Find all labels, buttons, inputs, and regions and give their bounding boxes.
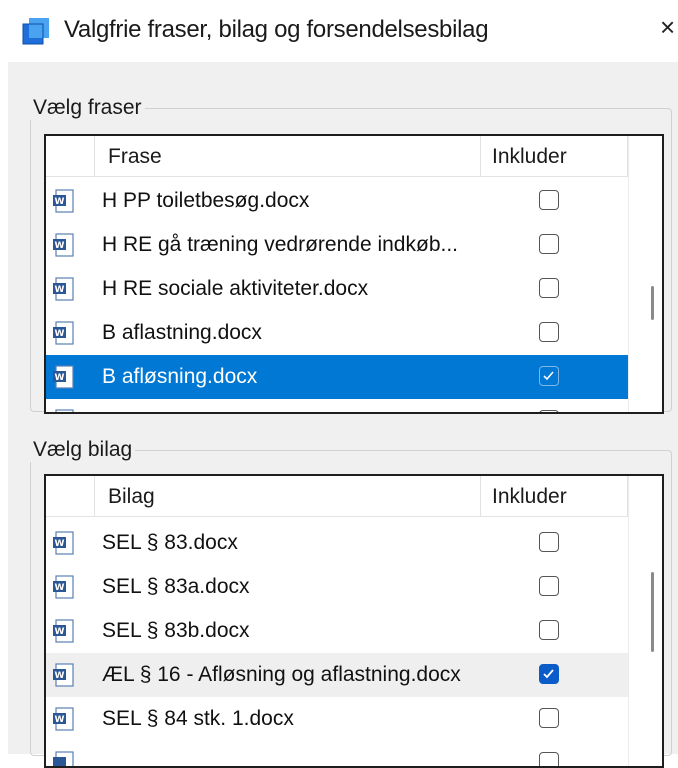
window-title: Valgfrie fraser, bilag og forsendelsesbi… [64,16,489,43]
svg-text:W: W [55,241,65,251]
checkmark-icon [543,371,554,381]
include-checkbox[interactable] [539,322,559,342]
close-icon[interactable]: × [660,14,675,40]
include-checkbox[interactable] [539,752,559,766]
bilag-group-label: Vælg bilag [30,438,136,462]
word-document-icon: W [53,321,74,345]
word-document-icon: W [53,277,74,301]
svg-text:W: W [55,329,65,339]
fraser-list[interactable]: Frase Inkluder W H PP toiletbesøg.docx W… [44,134,664,414]
svg-text:W: W [55,715,65,725]
column-header-frase[interactable]: Frase [108,145,162,169]
word-document-icon: W [53,189,74,213]
row-label: B aflastning.docx [102,321,262,344]
row-label: H RE sociale aktiviteter.docx [102,277,369,300]
word-document-icon: W [53,619,74,643]
include-checkbox[interactable] [539,708,559,728]
list-item[interactable]: W H RE sociale aktiviteter.docx [46,267,628,311]
row-label: ÆL § 16 - Afløsning og aflastning.docx [102,663,461,686]
row-label: SEL § 84 stk. 1.docx [102,707,294,730]
row-label: H PP toiletbesøg.docx [102,189,310,212]
include-checkbox[interactable] [539,278,559,298]
list-item[interactable]: W H PP toiletbesøg.docx [46,179,628,223]
include-checkbox[interactable] [539,190,559,210]
list-item-partial[interactable] [46,399,628,412]
row-label: SEL § 83.docx [102,531,238,554]
word-document-icon: W [53,707,74,731]
svg-text:W: W [55,539,65,549]
header-separator [480,136,481,176]
bilag-scrollbar[interactable] [628,476,662,766]
include-checkbox[interactable] [539,620,559,640]
dialog-body: Vælg fraser Frase Inkluder W H PP toilet… [8,62,678,768]
word-document-icon: W [53,233,74,257]
svg-text:W: W [55,583,65,593]
svg-text:W: W [55,285,65,295]
word-document-icon: W [53,663,74,687]
list-item[interactable]: W SEL § 84 stk. 1.docx [46,697,628,741]
word-document-icon: W [53,575,74,599]
row-label: B afløsning.docx [102,365,258,388]
svg-text:W: W [55,627,65,637]
list-item-partial[interactable] [46,741,628,766]
list-item-hovered[interactable]: W ÆL § 16 - Afløsning og aflastning.docx [46,653,628,697]
bilag-list-header: Bilag Inkluder [46,476,628,517]
column-header-inkluder[interactable]: Inkluder [492,485,567,509]
fraser-list-header: Frase Inkluder [46,136,628,177]
row-label: H RE gå træning vedrørende indkøb... [102,233,458,256]
include-checkbox[interactable] [539,664,559,684]
list-item[interactable]: W H RE gå træning vedrørende indkøb... [46,223,628,267]
list-item-selected[interactable]: W B afløsning.docx [46,355,628,399]
svg-text:W: W [55,197,65,207]
word-document-icon [55,409,74,412]
include-checkbox[interactable] [539,234,559,254]
include-checkbox[interactable] [539,532,559,552]
include-checkbox[interactable] [539,366,559,386]
scrollbar-thumb[interactable] [651,572,654,652]
word-document-icon: W [53,531,74,555]
list-item[interactable]: W SEL § 83.docx [46,521,628,565]
bilag-list[interactable]: Bilag Inkluder W SEL § 83.docx W SEL § 8… [44,474,664,768]
app-window-icon [22,18,49,45]
fraser-group-label: Vælg fraser [30,96,145,120]
include-checkbox[interactable] [539,576,559,596]
row-label: SEL § 83b.docx [102,619,250,642]
list-item[interactable]: W B aflastning.docx [46,311,628,355]
include-checkbox[interactable] [539,410,559,412]
checkmark-icon [543,669,554,679]
word-document-icon: W [53,365,74,389]
title-bar: Valgfrie fraser, bilag og forsendelsesbi… [0,0,678,62]
header-separator [94,136,95,176]
list-item[interactable]: W SEL § 83a.docx [46,565,628,609]
svg-text:W: W [55,373,65,383]
list-item[interactable]: W SEL § 83b.docx [46,609,628,653]
scrollbar-thumb[interactable] [651,286,654,320]
column-header-bilag[interactable]: Bilag [108,485,155,509]
header-separator [94,476,95,516]
row-label: SEL § 83a.docx [102,575,250,598]
column-header-inkluder[interactable]: Inkluder [492,145,567,169]
svg-text:W: W [55,671,65,681]
header-separator [480,476,481,516]
fraser-scrollbar[interactable] [628,136,662,412]
